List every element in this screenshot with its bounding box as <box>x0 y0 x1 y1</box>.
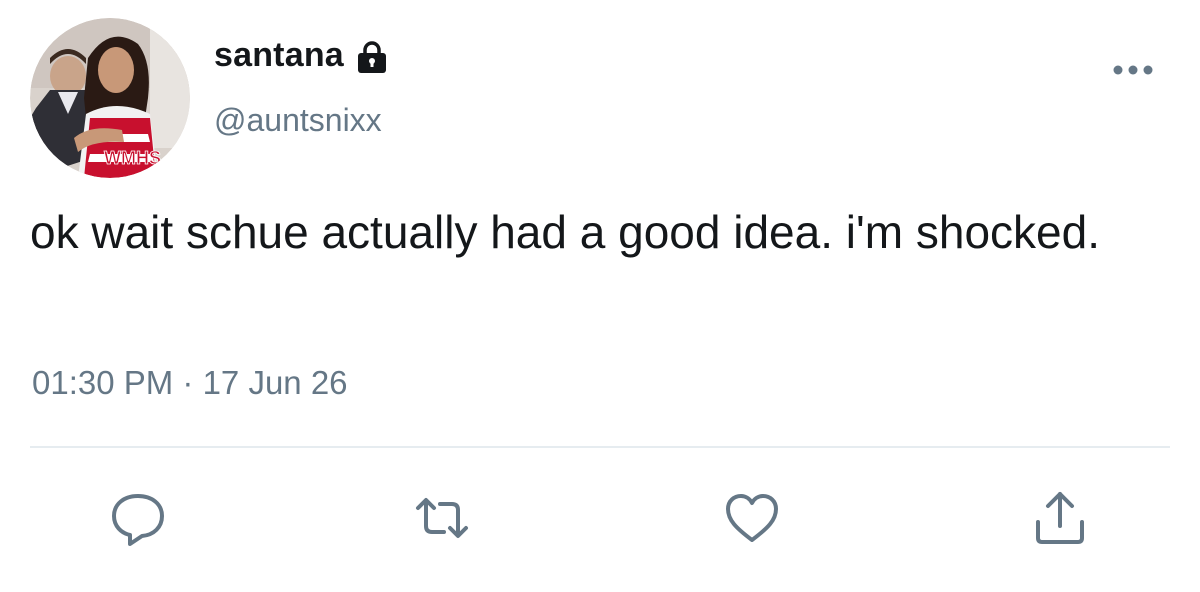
lock-icon <box>354 39 390 75</box>
avatar[interactable]: WMHS <box>30 18 190 178</box>
divider <box>30 446 1170 448</box>
like-button[interactable] <box>720 486 784 550</box>
heart-icon <box>726 494 778 542</box>
avatar-jersey-text: WMHS <box>104 148 161 168</box>
display-name[interactable]: santana <box>214 36 344 75</box>
more-icon <box>1113 65 1153 75</box>
reply-icon <box>112 494 164 546</box>
retweet-icon <box>416 498 468 538</box>
avatar-image: WMHS <box>30 18 190 178</box>
share-icon <box>1036 492 1084 544</box>
retweet-button[interactable] <box>410 486 474 550</box>
share-button[interactable] <box>1028 486 1092 550</box>
tweet-text: ok wait schue actually had a good idea. … <box>30 206 1100 258</box>
tweet-timestamp[interactable]: 01:30 PM · 17 Jun 26 <box>32 364 348 402</box>
reply-button[interactable] <box>106 486 170 550</box>
more-button[interactable] <box>1108 58 1158 82</box>
user-name-row: santana <box>214 36 390 75</box>
tweet-card: WMHS santana @auntsnixx ok wait schue ac… <box>0 0 1200 592</box>
user-handle[interactable]: @auntsnixx <box>214 102 382 139</box>
